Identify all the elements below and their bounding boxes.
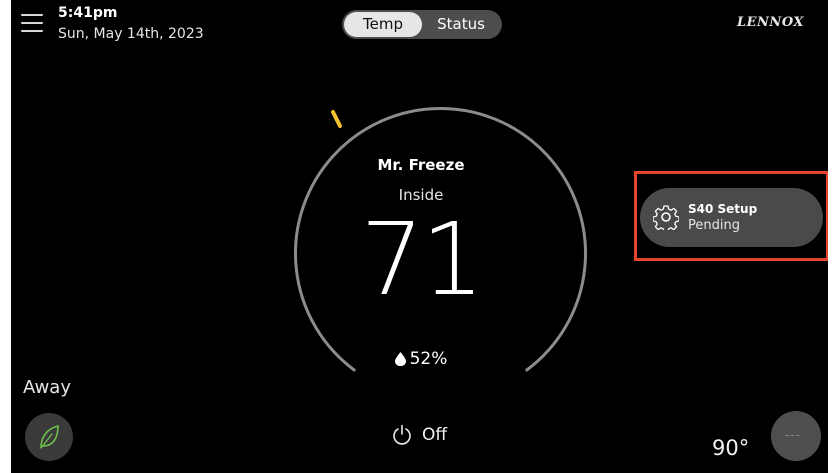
- power-icon: [393, 424, 411, 445]
- setup-pending-button[interactable]: S40 Setup Pending: [640, 188, 823, 247]
- humidity-readout: 52%: [311, 349, 531, 369]
- tab-status[interactable]: Status: [426, 10, 496, 39]
- tab-temp[interactable]: Temp: [344, 12, 422, 37]
- clock-time: 5:41pm: [58, 5, 118, 21]
- outdoor-temperature: 90°: [712, 436, 750, 460]
- indoor-temperature: 71: [360, 201, 484, 318]
- setup-status: Pending: [688, 218, 740, 233]
- lennox-logo: LENNOX: [737, 15, 804, 30]
- away-label: Away: [23, 377, 71, 398]
- setpoint-marker[interactable]: [331, 110, 342, 128]
- humidity-value: 52%: [409, 349, 448, 369]
- leaf-icon: [40, 425, 59, 449]
- setup-title: S40 Setup: [688, 202, 758, 216]
- zone-name: Mr. Freeze: [377, 156, 465, 174]
- fan-button-label: ---: [785, 428, 801, 442]
- power-button[interactable]: Off: [392, 424, 447, 446]
- away-button[interactable]: [25, 413, 73, 461]
- fan-button[interactable]: ---: [771, 411, 821, 461]
- view-toggle: Temp Status: [342, 10, 502, 39]
- thermostat-screen: 5:41pm Sun, May 14th, 2023 Temp Status L…: [11, 0, 828, 473]
- power-label: Off: [422, 425, 448, 445]
- drop-icon: [394, 352, 406, 366]
- gear-icon: [653, 205, 679, 230]
- clock-date: Sun, May 14th, 2023: [58, 26, 204, 42]
- menu-icon[interactable]: [21, 14, 43, 34]
